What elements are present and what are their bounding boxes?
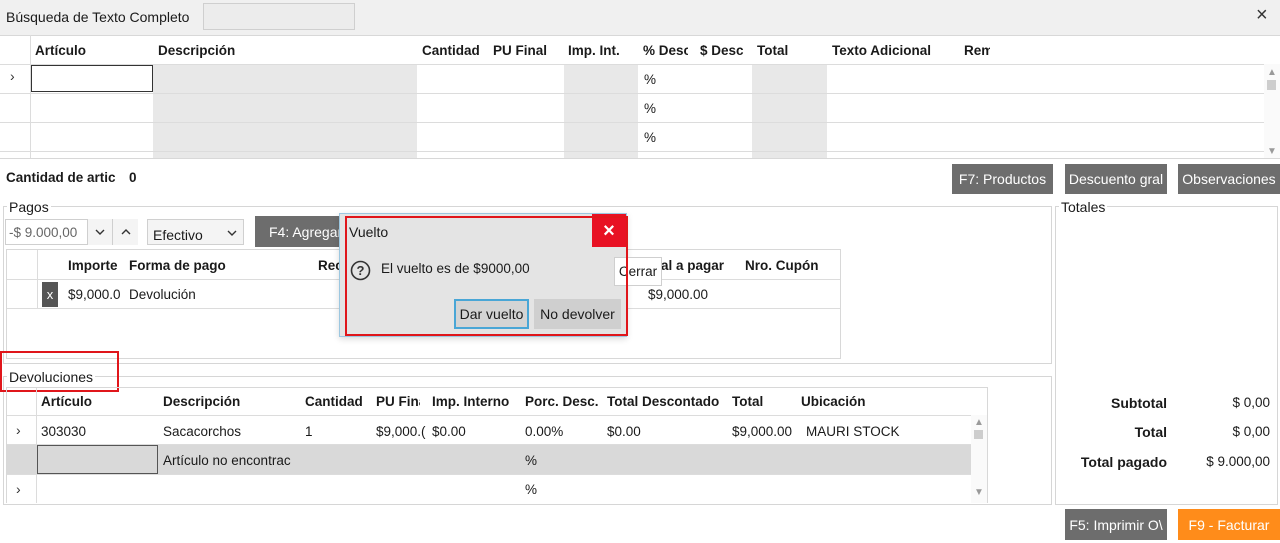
ret-cantidad: 1	[305, 424, 313, 439]
row-expand-icon[interactable]: ›	[16, 481, 21, 497]
items-scrollbar[interactable]	[1264, 64, 1280, 158]
ret-porc: %	[525, 453, 538, 468]
ret-col-porc[interactable]: Porc. Desc.	[525, 394, 599, 409]
chevron-down-icon	[227, 230, 237, 236]
ret-ubicacion: MAURI STOCK	[806, 424, 900, 439]
descripcion-column-bg	[153, 64, 417, 158]
payment-importe: $9,000.0	[68, 287, 121, 302]
observaciones-button[interactable]: Observaciones	[1178, 164, 1280, 194]
dialog-highlight	[345, 216, 628, 336]
items-row-line	[0, 122, 1264, 123]
subtotal-label: Subtotal	[1111, 395, 1167, 411]
ret-col-imp[interactable]: Imp. Interno	[432, 394, 509, 409]
pay-col-cupon[interactable]: Nro. Cupón	[745, 258, 819, 273]
ret-imp: $0.00	[432, 424, 466, 439]
items-row-line	[0, 93, 1264, 94]
col-cantidad[interactable]: Cantidad	[422, 43, 480, 58]
scroll-down-icon[interactable]: ▼	[1267, 147, 1277, 157]
cantidad-articulos-label: Cantidad de artic	[6, 170, 116, 185]
pct-desc-cell[interactable]: %	[644, 130, 656, 145]
ret-descripcion: Sacacorchos	[163, 424, 242, 439]
pagos-group-label: Pagos	[7, 199, 51, 215]
ret-porc: 0.00%	[525, 424, 564, 439]
ret-articulo-editor[interactable]	[37, 445, 158, 474]
col-rem[interactable]: Rem	[964, 43, 990, 58]
descuento-gral-button[interactable]: Descuento gral	[1065, 164, 1167, 194]
imp-int-column-bg	[564, 64, 638, 158]
ret-col-total[interactable]: Total	[732, 394, 763, 409]
ret-descripcion-not-found: Artículo no encontrac	[163, 453, 291, 468]
ret-total: $9,000.00	[732, 424, 793, 439]
total-value: $ 0,00	[1232, 424, 1270, 439]
col-articulo[interactable]: Artículo	[35, 43, 86, 58]
ret-porc: %	[525, 482, 538, 497]
items-row-line	[0, 64, 1264, 65]
chevron-up-icon	[121, 229, 130, 235]
ret-total-desc: $0.00	[607, 424, 641, 439]
col-imp-int[interactable]: Imp. Int.	[568, 43, 620, 58]
amount-up-button[interactable]	[112, 219, 138, 245]
col-pct-desc[interactable]: % Desc	[643, 43, 688, 58]
scroll-up-icon[interactable]: ▲	[974, 418, 984, 428]
payment-forma: Devolución	[129, 287, 196, 302]
f9-facturar-button[interactable]: F9 - Facturar	[1178, 509, 1280, 540]
close-icon[interactable]: ×	[1256, 4, 1268, 27]
items-row-header-divider	[30, 35, 31, 158]
col-dollar-desc[interactable]: $ Desc	[700, 43, 745, 58]
total-pagado-label: Total pagado	[1080, 454, 1167, 470]
total-label: Total	[1134, 424, 1167, 440]
f5-imprimir-button[interactable]: F5: Imprimir O\	[1065, 509, 1167, 540]
ret-col-cantidad[interactable]: Cantidad	[305, 394, 363, 409]
amount-down-button[interactable]	[87, 219, 112, 245]
chevron-down-icon	[95, 229, 105, 235]
subtotal-value: $ 0,00	[1232, 395, 1270, 410]
top-bar	[0, 0, 1280, 35]
delete-payment-button[interactable]: x	[42, 282, 58, 307]
col-texto-adicional[interactable]: Texto Adicional	[832, 43, 931, 58]
returns-row-line	[7, 415, 987, 416]
ret-col-total-desc[interactable]: Total Descontado	[607, 394, 719, 409]
payment-total: $9,000.00	[648, 287, 709, 302]
total-column-bg	[752, 64, 827, 158]
totales-group-label: Totales	[1059, 199, 1108, 215]
col-pu-final[interactable]: PU Final	[493, 43, 547, 58]
pay-col-forma[interactable]: Forma de pago	[129, 258, 226, 273]
payment-method-value: Efectivo	[153, 227, 203, 243]
payment-method-select[interactable]: Efectivo	[147, 219, 244, 245]
ret-col-ubicacion[interactable]: Ubicación	[801, 394, 866, 409]
scroll-thumb[interactable]	[974, 430, 983, 439]
pct-desc-cell[interactable]: %	[644, 101, 656, 116]
returns-row-line	[7, 474, 971, 475]
f4-agregar-button[interactable]: F4: Agregar	[255, 216, 343, 247]
search-label: Búsqueda de Texto Completo	[6, 9, 190, 25]
f7-productos-button[interactable]: F7: Productos	[952, 164, 1053, 194]
pay-col-importe[interactable]: Importe	[68, 258, 120, 273]
scroll-up-icon[interactable]: ▲	[1267, 68, 1277, 78]
col-total[interactable]: Total	[757, 43, 788, 58]
payments-divider	[37, 250, 38, 308]
devoluciones-label-highlight	[0, 351, 119, 392]
current-row-indicator: ›	[10, 68, 15, 84]
amount-value: -$ 9.000,00	[9, 225, 78, 240]
items-row-line	[0, 151, 1264, 152]
ret-articulo: 303030	[41, 424, 87, 439]
scroll-thumb[interactable]	[1267, 80, 1276, 90]
ret-col-articulo[interactable]: Artículo	[41, 394, 92, 409]
ret-col-pu[interactable]: PU Fina	[376, 394, 420, 409]
row-expand-icon[interactable]: ›	[16, 422, 21, 438]
articulo-editor[interactable]	[31, 65, 153, 92]
pct-desc-cell[interactable]: %	[644, 72, 656, 87]
total-pagado-value: $ 9.000,00	[1206, 454, 1270, 469]
col-descripcion[interactable]: Descripción	[158, 43, 235, 58]
ret-col-descripcion[interactable]: Descripción	[163, 394, 240, 409]
scroll-down-icon[interactable]: ▼	[974, 488, 984, 498]
ret-pu: $9,000.(	[376, 424, 426, 439]
cantidad-articulos-value: 0	[129, 170, 137, 185]
search-input[interactable]	[203, 3, 355, 30]
